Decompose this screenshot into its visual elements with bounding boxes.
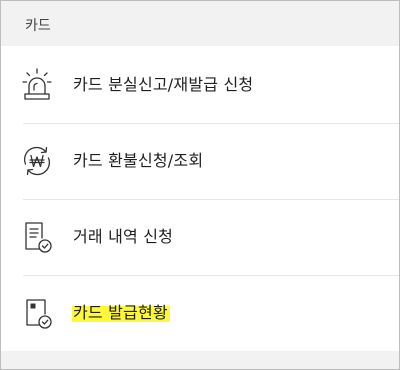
menu-item-label: 카드 분실신고/재발급 신청 bbox=[73, 75, 254, 94]
menu-item-label: 카드 발급현황 bbox=[72, 302, 170, 324]
won-refund-icon bbox=[20, 143, 54, 179]
siren-icon bbox=[20, 67, 54, 103]
footer-bar bbox=[1, 351, 399, 369]
menu-item-label: 카드 환불신청/조회 bbox=[73, 151, 204, 170]
section-header: 카드 bbox=[1, 1, 399, 46]
card-status-check-icon bbox=[20, 295, 54, 331]
section-title: 카드 bbox=[25, 18, 51, 34]
card-menu-panel: 카드 카드 분실신고/재발급 신청 카드 환불신청/조회 거래 내역 신청 카드… bbox=[0, 0, 400, 370]
menu-item-transaction-history[interactable]: 거래 내역 신청 bbox=[1, 200, 399, 275]
menu-item-label: 거래 내역 신청 bbox=[73, 227, 174, 246]
menu-item-lost-card-reissue[interactable]: 카드 분실신고/재발급 신청 bbox=[1, 48, 399, 123]
menu-item-card-issue-status[interactable]: 카드 발급현황 bbox=[1, 276, 399, 351]
menu-item-refund-request[interactable]: 카드 환불신청/조회 bbox=[1, 124, 399, 199]
document-check-icon bbox=[20, 219, 54, 255]
